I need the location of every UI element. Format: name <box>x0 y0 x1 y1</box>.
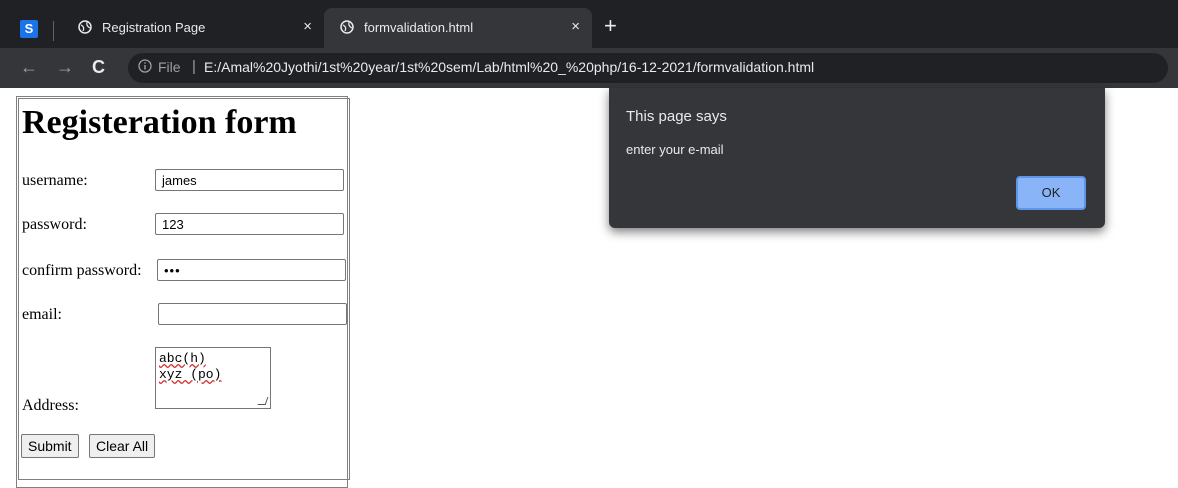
confirm-password-field[interactable]: ••• <box>157 259 346 281</box>
email-label: email: <box>22 306 62 323</box>
address-line-2: xyz (po) <box>159 367 222 382</box>
forward-arrow-icon[interactable]: → <box>56 57 74 78</box>
info-icon[interactable] <box>138 59 152 73</box>
new-tab-button[interactable]: + <box>604 15 617 37</box>
submit-button[interactable]: Submit <box>21 434 79 458</box>
dialog-title: This page says <box>626 108 727 125</box>
password-field[interactable]: 123 <box>155 213 344 235</box>
dialog-message: enter your e-mail <box>626 142 724 157</box>
alert-dialog: This page says enter your e-mail OK <box>609 88 1105 228</box>
scheme-label: File <box>158 59 181 75</box>
confirm-password-label: confirm password: <box>22 262 142 279</box>
reload-icon[interactable]: C <box>92 57 105 78</box>
username-label: username: <box>22 172 88 189</box>
address-bar[interactable]: File | E:/Amal%20Jyothi/1st%20year/1st%2… <box>128 53 1168 83</box>
tab-formvalidation[interactable]: formvalidation.html × <box>324 8 592 48</box>
globe-icon <box>340 20 354 34</box>
tab-title: Registration Page <box>102 20 206 35</box>
address-label: Address: <box>22 397 79 414</box>
tab-bar: S Registration Page × formvalidation.htm… <box>0 8 1178 48</box>
browser-tab-strip: S Registration Page × formvalidation.htm… <box>0 0 1178 48</box>
resize-handle[interactable] <box>257 397 269 405</box>
form-table-inner-border <box>18 98 350 480</box>
email-field[interactable] <box>158 303 347 325</box>
browser-toolbar: ← → C File | E:/Amal%20Jyothi/1st%20year… <box>0 48 1178 88</box>
ok-button[interactable]: OK <box>1016 176 1086 210</box>
globe-icon <box>78 20 92 34</box>
tab-divider <box>53 21 54 41</box>
username-field[interactable]: james <box>155 169 344 191</box>
tab-close-icon[interactable]: × <box>571 18 580 35</box>
password-label: password: <box>22 216 87 233</box>
app-s-icon[interactable]: S <box>20 20 38 38</box>
form-heading: Registeration form <box>22 104 297 141</box>
tab-title: formvalidation.html <box>364 20 474 35</box>
address-line-1: abc(h) <box>159 351 206 366</box>
back-arrow-icon[interactable]: ← <box>20 57 38 78</box>
clear-all-button[interactable]: Clear All <box>89 434 156 458</box>
url-text[interactable]: E:/Amal%20Jyothi/1st%20year/1st%20sem/La… <box>204 59 814 75</box>
address-textarea[interactable]: abc(h) xyz (po) <box>155 347 271 409</box>
tab-close-icon[interactable]: × <box>303 18 312 35</box>
address-separator: | <box>192 58 196 75</box>
tab-registration-page[interactable]: Registration Page × <box>62 8 324 48</box>
